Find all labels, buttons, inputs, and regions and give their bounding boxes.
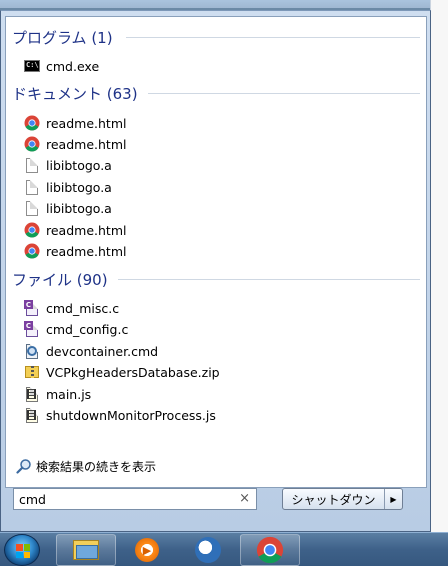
search-results-pane: プログラム (1) C:\ cmd.exe ドキュメント (63) readme… [5,16,427,488]
chrome-icon [24,243,40,259]
thunderbird-icon [195,537,221,563]
result-item-libibtogo-a[interactable]: libibtogo.a [24,155,414,175]
start-menu: プログラム (1) C:\ cmd.exe ドキュメント (63) readme… [0,10,431,532]
c-source-icon: C [24,300,40,316]
group-header-documents: ドキュメント (63) [12,84,138,103]
result-item-label: readme.html [46,136,127,152]
chrome-icon [24,115,40,131]
see-more-results-link[interactable]: 検索結果の続きを表示 [16,457,156,475]
result-item-label: libibtogo.a [46,157,112,173]
folder-icon [73,540,99,560]
see-more-results-label: 検索結果の続きを表示 [36,459,157,474]
result-item-cmd-misc-c[interactable]: C cmd_misc.c [24,298,414,318]
result-item-label: VCPkgHeadersDatabase.zip [46,364,220,380]
chrome-icon [24,136,40,152]
script-icon [24,407,40,423]
result-item-readme-html[interactable]: readme.html [24,134,414,154]
group-header-files: ファイル (90) [12,270,108,289]
script-icon [24,386,40,402]
result-item-label: readme.html [46,243,127,259]
search-box[interactable]: × [13,488,257,510]
result-item-label: devcontainer.cmd [46,343,159,359]
group-divider [126,37,420,38]
group-header-programs: プログラム (1) [12,28,113,47]
chrome-icon [256,536,284,564]
chrome-icon [24,222,40,238]
file-icon [24,200,40,216]
result-item-shutdown-monitor-js[interactable]: shutdownMonitorProcess.js [24,405,414,425]
shutdown-options-arrow-icon[interactable]: ▶ [384,489,402,509]
taskbar-media-player-button[interactable]: ▶ [117,534,177,566]
result-item-label: cmd_misc.c [46,300,120,316]
taskbar-explorer-button[interactable] [56,534,116,566]
result-item-label: cmd_config.c [46,321,129,337]
result-item-label: libibtogo.a [46,200,112,216]
result-item-readme-html[interactable]: readme.html [24,220,414,240]
result-item-libibtogo-a[interactable]: libibtogo.a [24,198,414,218]
result-item-label: readme.html [46,115,127,131]
result-item-label: cmd.exe [46,58,100,74]
file-icon [24,157,40,173]
shutdown-button-group: シャットダウン ▶ [282,488,403,510]
group-divider [148,93,420,94]
media-player-icon: ▶ [135,538,159,562]
config-file-icon [24,343,40,359]
result-item-readme-html[interactable]: readme.html [24,113,414,133]
desktop-background [0,0,448,8]
result-item-devcontainer-cmd[interactable]: devcontainer.cmd [24,341,414,361]
c-source-icon: C [24,321,40,337]
result-item-libibtogo-a[interactable]: libibtogo.a [24,177,414,197]
start-button[interactable] [4,534,40,566]
search-input[interactable] [14,489,224,509]
taskbar-thunderbird-button[interactable] [178,534,238,566]
result-item-label: libibtogo.a [46,179,112,195]
clear-search-button[interactable]: × [239,491,250,506]
result-item-vcpkg-zip[interactable]: VCPkgHeadersDatabase.zip [24,362,414,382]
shutdown-button[interactable]: シャットダウン [283,489,384,509]
result-item-main-js[interactable]: main.js [24,384,414,404]
group-divider [118,279,420,280]
windows-logo-icon [16,544,30,558]
taskbar: ▶ [0,532,448,566]
zip-folder-icon [24,364,40,380]
taskbar-chrome-button[interactable] [240,534,300,566]
result-item-readme-html[interactable]: readme.html [24,241,414,261]
file-icon [24,179,40,195]
magnifier-icon [16,459,31,474]
background-window-edge [430,0,448,532]
result-item-cmd-config-c[interactable]: C cmd_config.c [24,319,414,339]
result-item-label: shutdownMonitorProcess.js [46,407,216,423]
result-item-cmd-exe[interactable]: C:\ cmd.exe [24,56,414,76]
result-item-label: main.js [46,386,92,402]
cmd-icon: C:\ [24,60,40,72]
result-item-label: readme.html [46,222,127,238]
